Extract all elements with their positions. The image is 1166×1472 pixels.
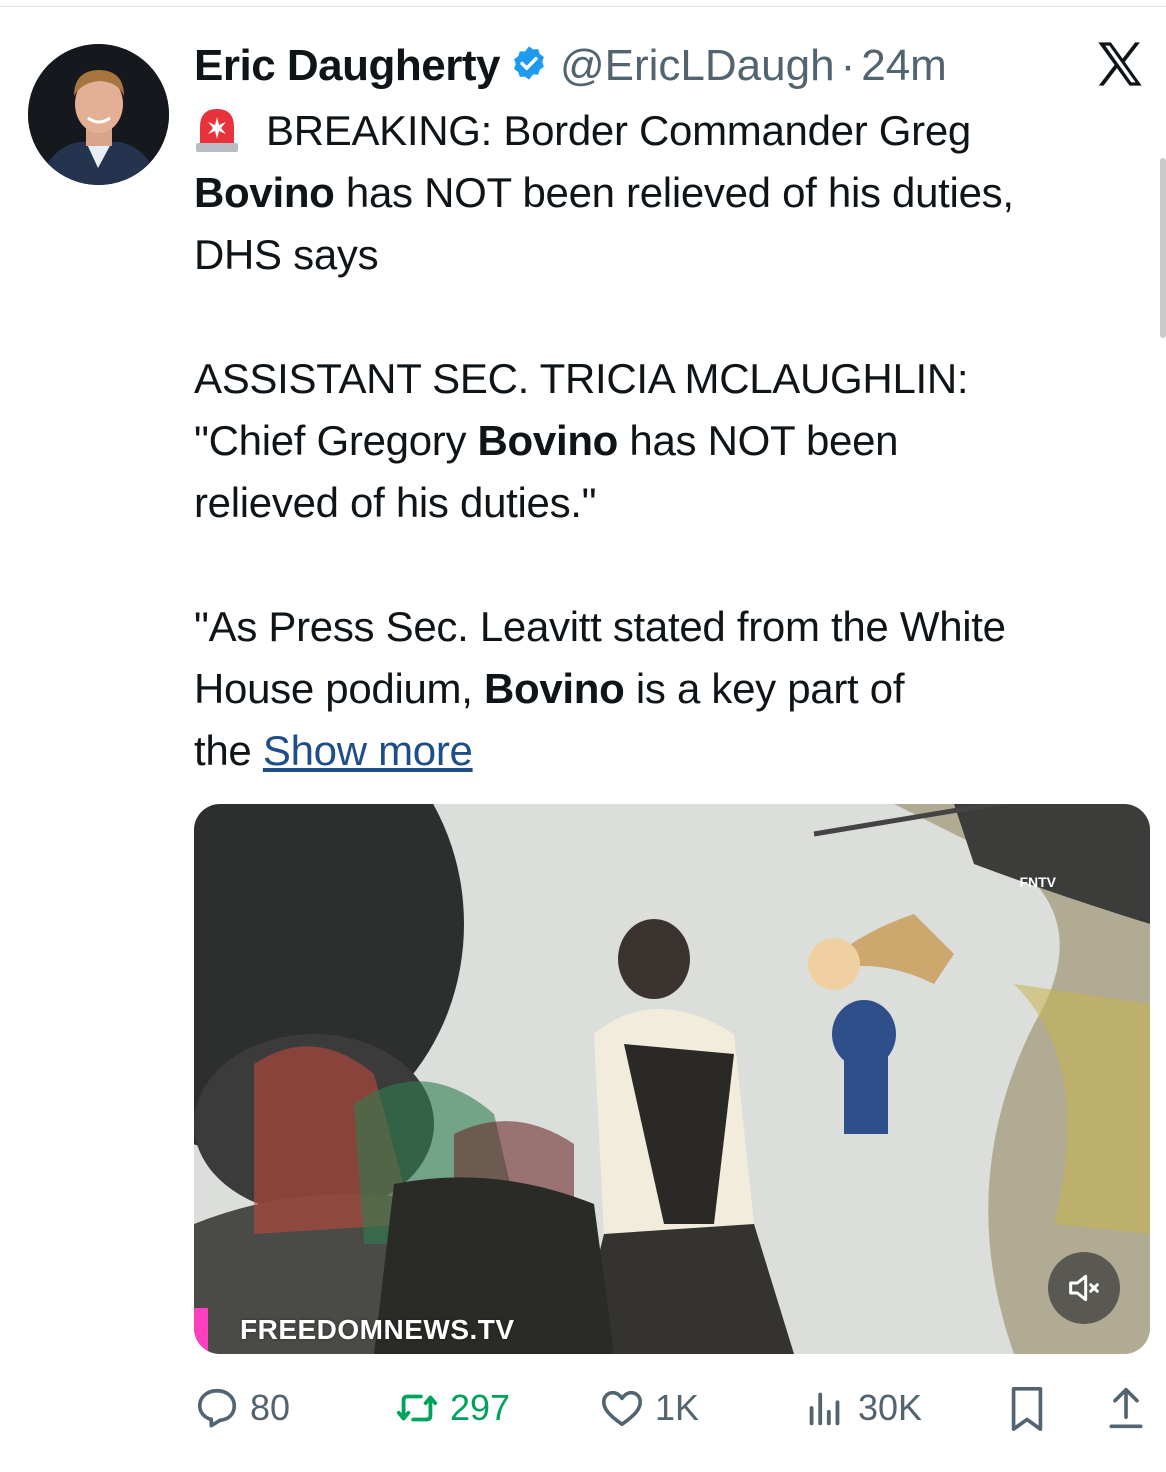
verified-badge-icon: [510, 43, 548, 93]
reply-count: 80: [250, 1387, 291, 1428]
avatar[interactable]: [28, 44, 169, 185]
share-button[interactable]: [1104, 1380, 1158, 1436]
speaker-muted-icon: [1069, 1274, 1099, 1302]
retweet-count: 297: [450, 1387, 511, 1428]
author-handle[interactable]: @EricLDaugh: [560, 41, 835, 91]
share-icon: [1109, 1387, 1143, 1429]
tweet-para2-line-2a: "Chief Gregory: [194, 417, 478, 464]
tweet-para3-line-1: "As Press Sec. Leavitt stated from the W…: [194, 603, 1006, 650]
scrollbar[interactable]: [1160, 158, 1166, 338]
separator-dot: ·: [840, 41, 856, 90]
heart-icon: [601, 1390, 643, 1427]
bookmark-icon: [1011, 1387, 1043, 1431]
tweet-para3-line-2b: is a key part of: [624, 665, 905, 712]
tweet-para2-line-3: relieved of his duties.": [194, 479, 597, 526]
video-frame: [194, 804, 1150, 1354]
bold-name: Bovino: [483, 665, 625, 712]
like-button[interactable]: 1K: [599, 1380, 699, 1436]
tweet-text: BREAKING: Border Commander Greg Bovino h…: [194, 100, 1144, 782]
like-count: 1K: [655, 1387, 700, 1428]
tweet-line-2: has NOT been relieved of his duties,: [334, 169, 1014, 216]
author-name[interactable]: Eric Daugherty: [194, 41, 500, 91]
video-watermark: FREEDOMNEWS.TV: [240, 1314, 515, 1345]
action-bar: 80 297 1K 30K: [194, 1380, 1154, 1436]
rotating-light-icon: [194, 103, 240, 153]
timestamp[interactable]: 24m: [861, 41, 947, 91]
bold-name: Bovino: [194, 169, 335, 216]
views-count: 30K: [858, 1387, 923, 1428]
show-more-link[interactable]: Show more: [263, 727, 473, 774]
video-player[interactable]: FNTV FREEDOMNEWS.TV: [194, 804, 1150, 1354]
x-logo-icon[interactable]: [1094, 38, 1146, 90]
tweet-para3-line-3: the: [194, 727, 263, 774]
tweet-para3-line-2a: House podium,: [194, 665, 484, 712]
reply-button[interactable]: 80: [194, 1380, 290, 1436]
tweet-header: Eric Daugherty @EricLDaugh · 24m: [194, 36, 947, 96]
top-divider: [0, 6, 1166, 7]
tweet-para2-line-1: ASSISTANT SEC. TRICIA MCLAUGHLIN:: [194, 355, 969, 402]
tweet-para2-line-2b: has NOT been: [618, 417, 899, 464]
retweet-button[interactable]: 297: [394, 1380, 510, 1436]
bookmark-button[interactable]: [1004, 1380, 1060, 1436]
tweet-line-3: DHS says: [194, 231, 379, 278]
fntv-logo: FNTV: [1019, 874, 1056, 890]
tweet-line-1: BREAKING: Border Commander Greg: [266, 107, 971, 154]
bold-name: Bovino: [477, 417, 619, 464]
views-chart-icon: [809, 1392, 840, 1426]
views-button[interactable]: 30K: [802, 1380, 922, 1436]
mute-button[interactable]: [1048, 1252, 1120, 1324]
reply-icon: [197, 1388, 237, 1428]
watermark-accent: [194, 1308, 208, 1354]
retweet-icon: [396, 1394, 438, 1422]
